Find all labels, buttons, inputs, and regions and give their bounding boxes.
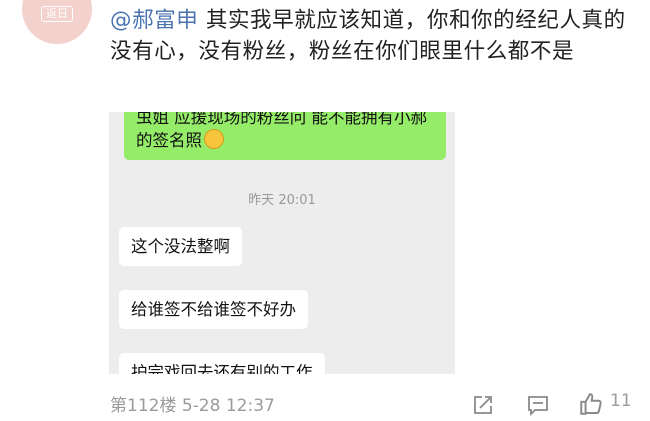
- chat-bubble-received: 护完戏回去还有别的工作: [119, 353, 325, 374]
- avatar[interactable]: 返日: [22, 0, 92, 44]
- chat-bubble-received-text: 护完戏回去还有别的工作: [131, 363, 313, 374]
- chat-timestamp: 昨天 20:01: [248, 193, 316, 208]
- avatar-mark: 返日: [41, 5, 73, 22]
- share-icon: [474, 396, 492, 414]
- comment-button[interactable]: [526, 393, 550, 421]
- floor-number: 第112楼: [110, 396, 177, 416]
- chat-bubble-sent: 虫姐 应援现场的粉丝问 能不能拥有小郝的签名照: [124, 112, 446, 160]
- chat-bubble-received-text: 这个没法整啊: [131, 237, 230, 256]
- share-button[interactable]: [471, 393, 495, 421]
- chat-bubble-sent-text: 虫姐 应援现场的粉丝问 能不能拥有小郝的签名照: [136, 112, 427, 150]
- chat-screenshot: 虫姐 应援现场的粉丝问 能不能拥有小郝的签名照 昨天 20:01 这个没法整啊 …: [109, 112, 455, 374]
- like-button[interactable]: [578, 391, 604, 421]
- comment-date: 5-28 12:37: [181, 396, 275, 416]
- chat-bubble-received: 给谁签不给谁签不好办: [119, 290, 308, 329]
- comment-icon: [528, 396, 548, 417]
- thumbs-up-icon: [580, 393, 602, 415]
- chat-bubble-received-text: 给谁签不给谁签不好办: [131, 300, 296, 319]
- facepalm-emoji-icon: [204, 129, 224, 149]
- like-count: 11: [610, 391, 632, 411]
- chat-bubble-received: 这个没法整啊: [119, 227, 242, 266]
- comment-text: @郝富申 其实我早就应该知道，你和你的经纪人真的没有心，没有粉丝，粉丝在你们眼里…: [110, 5, 630, 67]
- comment-meta: 第112楼 5-28 12:37: [110, 391, 275, 416]
- mention-link[interactable]: @郝富申: [110, 8, 198, 33]
